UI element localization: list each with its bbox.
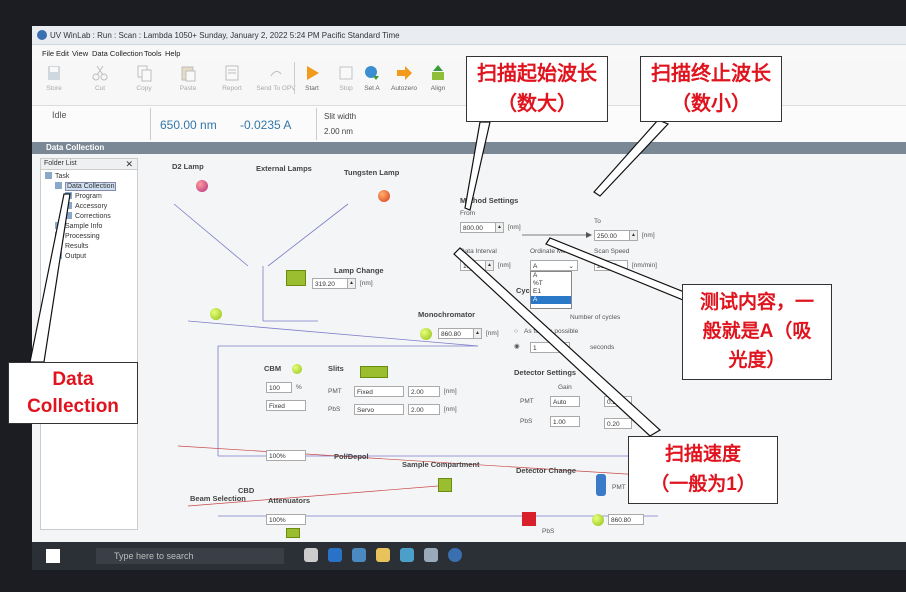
callout-ordinate-mode: 测试内容，一 般就是A（吸 光度） [682, 284, 832, 380]
callout-scan-speed: 扫描速度 （一般为1） [628, 436, 778, 504]
callout-start-wavelength: 扫描起始波长 （数大） [466, 56, 608, 122]
callout-data-collection: Data Collection [8, 362, 138, 424]
callout-end-wavelength: 扫描终止波长 （数小） [640, 56, 782, 122]
